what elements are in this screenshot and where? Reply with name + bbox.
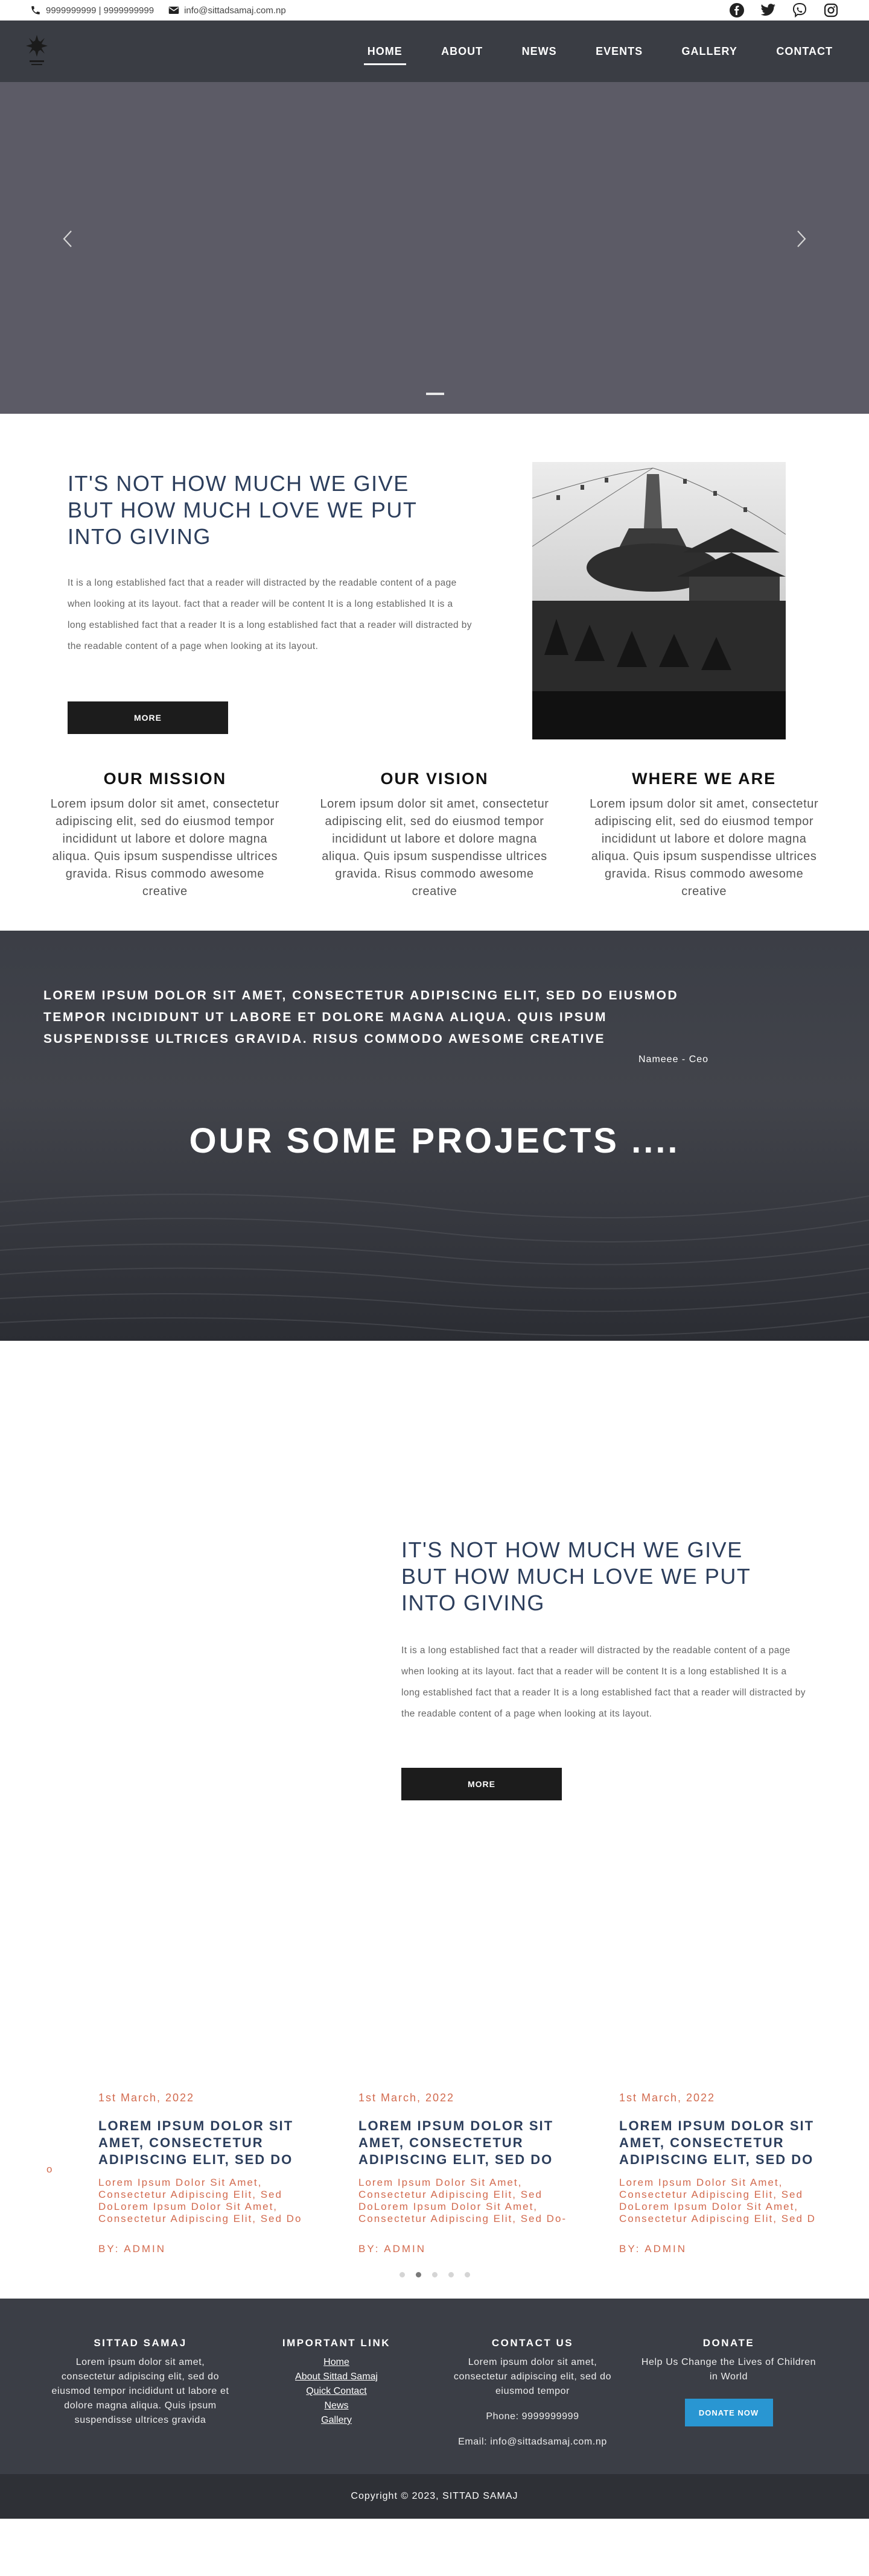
copyright-bar: Copyright © 2023, SITTAD SAMAJ	[0, 2474, 869, 2519]
news-date: 1st March, 2022	[358, 2092, 455, 2104]
nav-gallery[interactable]: GALLERY	[682, 40, 737, 63]
footer-about-title: SITTAD SAMAJ	[94, 2337, 187, 2349]
where-text: Lorem ipsum dolor sit amet, consectetur …	[590, 797, 819, 898]
vision-text: Lorem ipsum dolor sit amet, consectetur …	[320, 797, 549, 898]
footer-donate-title: DONATE	[702, 2337, 755, 2349]
footer-link-news[interactable]: News	[244, 2399, 428, 2413]
phone-icon	[31, 6, 40, 14]
carousel-dot-active[interactable]	[415, 2272, 421, 2277]
footer-donate-text: Help Us Change the Lives of Children in …	[641, 2357, 816, 2382]
footer-email[interactable]: Email: info@sittadsamaj.com.np	[441, 2435, 625, 2449]
footer-contact-title: CONTACT US	[491, 2337, 574, 2349]
footer-links-title: IMPORTANT LINK	[282, 2337, 391, 2349]
news-excerpt: Lorem Ipsum Dolor Sit Amet, Consectetur …	[619, 2177, 816, 2224]
news-author: BY: ADMIN	[358, 2243, 427, 2255]
footer-link-gallery[interactable]: Gallery	[244, 2413, 428, 2428]
news-excerpt: Lorem Ipsum Dolor Sit Amet, Consectetur …	[98, 2177, 302, 2224]
footer-about-text: Lorem ipsum dolor sit amet, consectetur …	[51, 2357, 229, 2425]
nav-home[interactable]: HOME	[363, 40, 406, 65]
nav-contact[interactable]: CONTACT	[776, 40, 833, 63]
phone-info: 9999999999 | 9999999999	[30, 5, 154, 16]
about-heading: IT'S NOT HOW MUCH WE GIVE BUT HOW MUCH L…	[68, 471, 417, 549]
carousel-dot[interactable]	[431, 2272, 438, 2277]
footer-link-about[interactable]: About Sittad Samaj	[244, 2370, 428, 2384]
donate-now-button[interactable]: DONATE NOW	[684, 2399, 773, 2426]
news-excerpt: Lorem Ipsum Dolor Sit Amet, Consectetur …	[358, 2177, 567, 2224]
about2-heading: IT'S NOT HOW MUCH WE GIVE BUT HOW MUCH L…	[401, 1537, 751, 1615]
about-text: It is a long established fact that a rea…	[68, 578, 472, 651]
news-card[interactable]: 1st March, 2022 LOREM IPSUM DOLOR SIT AM…	[358, 2092, 588, 2255]
news-date: 1st March, 2022	[619, 2092, 716, 2104]
news-author: BY: ADMIN	[619, 2243, 687, 2255]
news-card[interactable]: 1st March, 2022 LOREM IPSUM DOLOR SIT AM…	[98, 2092, 328, 2255]
slider-next-button[interactable]	[789, 224, 813, 254]
footer-links-column: IMPORTANT LINK Home About Sittad Samaj Q…	[244, 2299, 428, 2474]
email-info[interactable]: info@sittadsamaj.com.np	[168, 5, 286, 16]
carousel-dot[interactable]	[464, 2272, 470, 2277]
footer-link-quick-contact[interactable]: Quick Contact	[244, 2384, 428, 2399]
news-date: 1st March, 2022	[98, 2092, 195, 2104]
mission-column: OUR MISSION Lorem ipsum dolor sit amet, …	[42, 752, 288, 931]
nav-events[interactable]: EVENTS	[596, 40, 643, 63]
twitter-icon[interactable]	[760, 2, 776, 18]
news-author: BY: ADMIN	[98, 2243, 167, 2255]
about2-more-button[interactable]: MORE	[401, 1768, 562, 1800]
carousel-dot[interactable]	[399, 2272, 405, 2277]
top-bar: 9999999999 | 9999999999 info@sittadsamaj…	[0, 0, 869, 21]
nav-news[interactable]: NEWS	[522, 40, 557, 63]
news-card-fragment: o	[46, 2163, 53, 2175]
news-title[interactable]: LOREM IPSUM DOLOR SIT AMET, CONSECTETUR …	[98, 2118, 328, 2168]
vision-column: OUR VISION Lorem ipsum dolor sit amet, c…	[312, 752, 558, 931]
about-more-button[interactable]: MORE	[68, 701, 228, 734]
primary-nav: HOME ABOUT NEWS EVENTS GALLERY CONTACT	[331, 40, 833, 65]
footer-phone: Phone: 9999999999	[486, 2411, 579, 2422]
quote-projects-section: LOREM IPSUM DOLOR SIT AMET, CONSECTETUR …	[0, 931, 869, 1341]
about-section-secondary: IT'S NOT HOW MUCH WE GIVE BUT HOW MUCH L…	[0, 1341, 869, 2092]
where-title: WHERE WE ARE	[632, 770, 777, 788]
news-card[interactable]: 1st March, 2022 LOREM IPSUM DOLOR SIT AM…	[619, 2092, 848, 2255]
sittad-samaj-logo[interactable]	[24, 34, 49, 69]
mission-vision-section: OUR MISSION Lorem ipsum dolor sit amet, …	[0, 752, 869, 931]
copyright-text: Copyright © 2023, SITTAD SAMAJ	[351, 2491, 518, 2501]
social-links	[729, 2, 839, 18]
quote-author: Nameee - Ceo	[638, 1054, 709, 1065]
facebook-icon[interactable]	[729, 2, 745, 18]
vision-title: OUR VISION	[380, 770, 489, 788]
news-title[interactable]: LOREM IPSUM DOLOR SIT AMET, CONSECTETUR …	[358, 2118, 588, 2168]
news-carousel: o 1st March, 2022 LOREM IPSUM DOLOR SIT …	[0, 2092, 869, 2299]
footer-contact-text: Lorem ipsum dolor sit amet, consectetur …	[453, 2357, 612, 2396]
slider-prev-button[interactable]	[56, 224, 80, 254]
about-section: IT'S NOT HOW MUCH WE GIVE BUT HOW MUCH L…	[0, 414, 869, 752]
about2-text: It is a long established fact that a rea…	[401, 1645, 806, 1719]
viber-icon[interactable]	[792, 2, 807, 18]
footer-donate-column: DONATE Help Us Change the Lives of Child…	[637, 2299, 821, 2474]
mail-icon	[168, 7, 179, 14]
slider-indicator[interactable]	[426, 393, 444, 395]
projects-heading: OUR SOME PROJECTS ....	[189, 1121, 680, 1160]
carousel-dots	[0, 2272, 869, 2277]
quote-text: LOREM IPSUM DOLOR SIT AMET, CONSECTETUR …	[43, 989, 679, 1046]
footer-link-home[interactable]: Home	[244, 2355, 428, 2370]
main-navbar: HOME ABOUT NEWS EVENTS GALLERY CONTACT	[0, 21, 869, 82]
phone-text: 9999999999 | 9999999999	[46, 5, 154, 16]
footer-contact-column: CONTACT US Lorem ipsum dolor sit amet, c…	[441, 2299, 625, 2474]
footer-about-column: SITTAD SAMAJ Lorem ipsum dolor sit amet,…	[48, 2299, 232, 2474]
news-title[interactable]: LOREM IPSUM DOLOR SIT AMET, CONSECTETUR …	[619, 2118, 848, 2168]
where-column: WHERE WE ARE Lorem ipsum dolor sit amet,…	[581, 752, 827, 931]
site-footer: SITTAD SAMAJ Lorem ipsum dolor sit amet,…	[0, 2299, 869, 2474]
temple-image	[532, 462, 786, 739]
chevron-left-icon	[63, 230, 72, 247]
mission-title: OUR MISSION	[103, 770, 227, 788]
carousel-dot[interactable]	[448, 2272, 454, 2277]
chevron-right-icon	[797, 230, 806, 247]
nav-about[interactable]: ABOUT	[441, 40, 483, 63]
email-text: info@sittadsamaj.com.np	[184, 5, 286, 16]
instagram-icon[interactable]	[823, 2, 839, 18]
hero-slider	[0, 82, 869, 414]
mission-text: Lorem ipsum dolor sit amet, consectetur …	[50, 797, 279, 898]
